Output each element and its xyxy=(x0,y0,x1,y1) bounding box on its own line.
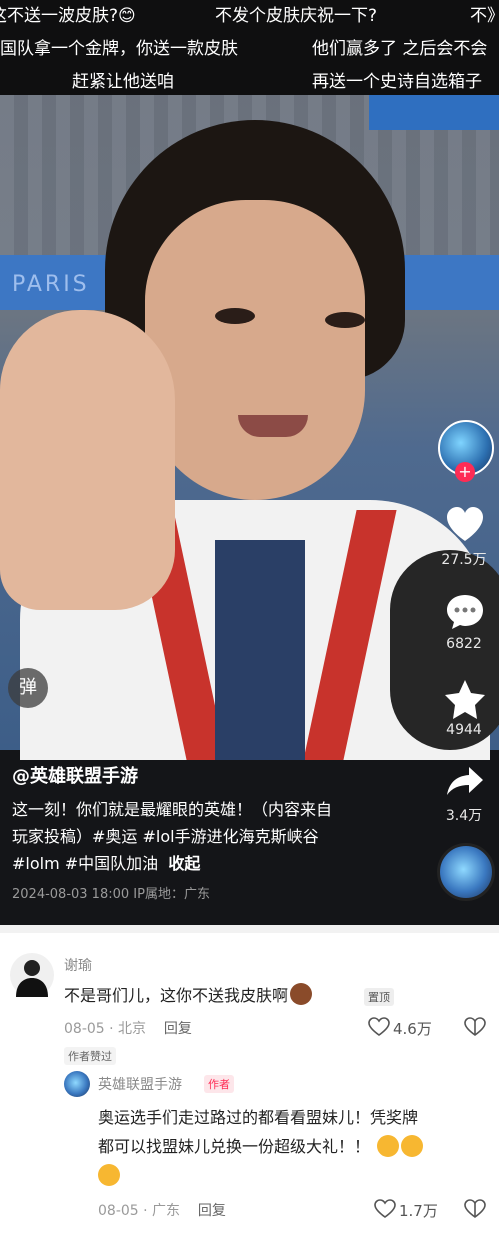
commenter-name[interactable]: 谢瑜 xyxy=(64,955,92,975)
post-meta: 2024-08-03 18:00 IP属地：广东 xyxy=(12,887,210,902)
music-disc-icon[interactable] xyxy=(437,843,495,901)
dislike-icon[interactable] xyxy=(464,1199,486,1219)
reply-line: 奥运选手们走过路过的都看看盟妹儿！凭奖牌 xyxy=(98,1108,419,1127)
danmaku-comment: 不发个皮肤庆祝一下? xyxy=(215,6,378,26)
kiss-emoji-icon xyxy=(98,1164,120,1186)
comment-count: 6822 xyxy=(446,636,482,652)
reply-button[interactable]: 回复 xyxy=(198,1203,226,1219)
post-caption: 这一刻！你们就是最耀眼的英雄！（内容来自 玩家投稿）#奥运 #lol手游进化海克… xyxy=(12,796,412,877)
reply-meta: 08-05 · 广东 回复 xyxy=(98,1203,226,1219)
author-badge: 作者 xyxy=(204,1075,234,1093)
video-frame: PARIS xyxy=(0,80,499,760)
danmaku-comment: 不》 xyxy=(470,6,499,26)
caption-line[interactable]: 玩家投稿）#奥运 #lol手游进化海克斯峡谷 xyxy=(12,823,412,850)
danmaku-comment: 这不送一波皮肤?😊 xyxy=(0,6,136,26)
dislike-icon[interactable] xyxy=(464,1017,486,1037)
like-icon[interactable] xyxy=(445,505,485,545)
athlete-hand xyxy=(0,310,175,610)
author-liked-badge: 作者赞过 xyxy=(64,1047,116,1065)
danmaku-comment: 赶紧让他送咱 xyxy=(72,72,174,92)
athlete-eye-left xyxy=(215,308,255,324)
comment-location: 北京 xyxy=(118,1021,147,1037)
comment-like-count: 4.6万 xyxy=(393,1020,432,1038)
athlete-mouth xyxy=(238,415,308,437)
person-icon xyxy=(16,960,48,997)
reply-author-name[interactable]: 英雄联盟手游 xyxy=(98,1074,182,1094)
divider xyxy=(0,925,499,933)
medal-ribbon xyxy=(215,540,305,760)
comment-body: 不是哥们儿，这你不送我皮肤啊 xyxy=(64,986,289,1005)
share-arrow-icon[interactable] xyxy=(445,765,485,797)
author-avatar[interactable] xyxy=(64,1071,90,1097)
comment-date: 08-05 xyxy=(64,1021,105,1037)
reply-location: 广东 xyxy=(152,1203,181,1219)
athlete-eye-right xyxy=(325,312,365,328)
caption-line: 这一刻！你们就是最耀眼的英雄！（内容来自 xyxy=(12,800,333,819)
reply-button[interactable]: 回复 xyxy=(164,1021,192,1037)
comment-like-icon[interactable] xyxy=(374,1199,396,1219)
like-count: 27.5万 xyxy=(441,552,487,568)
kiss-emoji-icon xyxy=(377,1135,400,1157)
favorite-star-icon[interactable] xyxy=(443,678,487,722)
comment-section: 谢瑜 不是哥们儿，这你不送我皮肤啊 置顶 08-05 · 北京 回复 4.6万 … xyxy=(0,933,499,1237)
reply-date: 08-05 xyxy=(98,1203,139,1219)
danmaku-comment: 他们赢多了 之后会不会 xyxy=(312,39,488,59)
danmaku-comment: 再送一个史诗自选箱子 xyxy=(312,72,482,92)
comment-text: 不是哥们儿，这你不送我皮肤啊 xyxy=(64,981,313,1010)
collapse-button[interactable]: 收起 xyxy=(168,854,200,873)
comment-icon[interactable] xyxy=(445,592,485,632)
venue-board xyxy=(369,90,499,130)
commenter-avatar[interactable] xyxy=(10,953,54,997)
pinned-badge: 置顶 xyxy=(364,988,394,1006)
danmaku-comment: 国队拿一个金牌，你送一款皮肤 xyxy=(0,39,238,59)
kiss-emoji-icon xyxy=(401,1135,424,1157)
video-player[interactable]: PARIS 这不送一波皮肤?😊 不发个皮肤庆祝一下? 不》 国队拿一个金牌，你送… xyxy=(0,0,499,925)
share-count: 3.4万 xyxy=(445,808,483,824)
caption-line[interactable]: #lolm #中国队加油 xyxy=(12,854,158,873)
reply-line: 都可以找盟妹儿兑换一份超级大礼！！ xyxy=(98,1137,371,1156)
comment-meta: 08-05 · 北京 回复 xyxy=(64,1021,192,1037)
poop-emoji-icon xyxy=(290,983,313,1005)
post-author[interactable]: @英雄联盟手游 xyxy=(12,762,138,788)
reply-text: 奥运选手们走过路过的都看看盟妹儿！凭奖牌 都可以找盟妹儿兑换一份超级大礼！！ xyxy=(98,1103,488,1190)
athlete-face xyxy=(145,200,365,500)
comment-like-icon[interactable] xyxy=(368,1017,390,1037)
reply-like-count: 1.7万 xyxy=(399,1202,438,1220)
favorite-count: 4944 xyxy=(446,722,482,738)
venue-banner-text: PARIS xyxy=(12,272,90,297)
danmaku-toggle-button[interactable]: 弹 xyxy=(8,668,48,708)
follow-plus-icon[interactable]: + xyxy=(455,462,475,482)
